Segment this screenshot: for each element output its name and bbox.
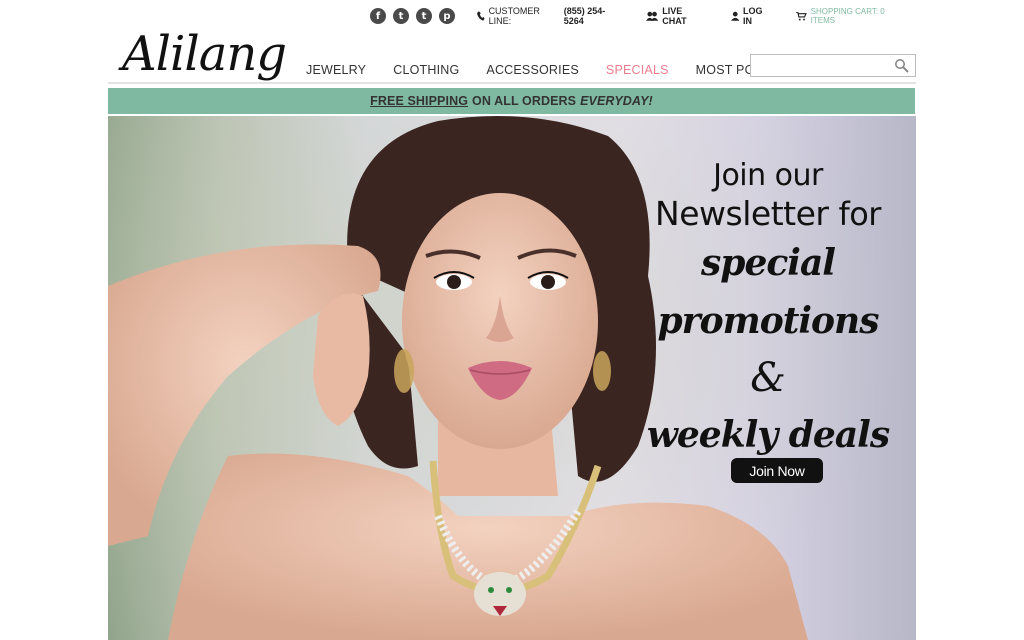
tumblr-icon[interactable]: t (416, 8, 432, 24)
free-shipping-text: FREE SHIPPING (370, 94, 469, 108)
social-links: f t t p (370, 8, 455, 24)
live-chat-label: LIVE CHAT (662, 6, 687, 26)
hero-ampersand: & (750, 355, 786, 401)
cart-icon (796, 11, 807, 20)
nav-specials[interactable]: SPECIALS (606, 63, 669, 77)
all-orders-text: ON ALL ORDERS (472, 94, 577, 108)
hero-for-word: for (838, 195, 881, 233)
shopping-cart-label: SHOPPING CART: 0 ITEMS (810, 7, 885, 25)
customer-line-label: CUSTOMER LINE: (488, 6, 540, 26)
pinterest-icon[interactable]: p (439, 8, 455, 24)
hero-newsletter-line: Newsletter for (628, 194, 908, 234)
log-in-link[interactable]: LOG IN (730, 6, 773, 26)
chat-users-icon (645, 11, 659, 21)
everyday-text: EVERYDAY! (580, 94, 653, 108)
shopping-cart-link[interactable]: SHOPPING CART: 0 ITEMS (796, 7, 906, 25)
hero-weekly-deals: weekly deals (646, 414, 890, 456)
hero-newsletter-word: Newsletter (655, 194, 829, 233)
customer-line: CUSTOMER LINE: (855) 254-5264 (477, 6, 622, 26)
live-chat-link[interactable]: LIVE CHAT (645, 6, 707, 26)
join-now-button[interactable]: Join Now (731, 458, 823, 483)
twitter-icon[interactable]: t (393, 8, 409, 24)
header-divider (108, 82, 916, 84)
site-logo[interactable]: Alilang (122, 26, 287, 82)
search-icon[interactable] (894, 58, 909, 73)
user-icon (730, 11, 739, 21)
newsletter-promo-text: Join our Newsletter for special promotio… (628, 158, 908, 464)
search-input[interactable] (751, 55, 886, 76)
phone-icon (477, 11, 485, 21)
free-shipping-banner[interactable]: FREE SHIPPING ON ALL ORDERS EVERYDAY! (108, 88, 915, 114)
facebook-icon[interactable]: f (370, 8, 386, 24)
nav-clothing[interactable]: CLOTHING (393, 63, 459, 77)
nav-accessories[interactable]: ACCESSORIES (486, 63, 579, 77)
utility-bar: f t t p CUSTOMER LINE: (855) 254-5264 LI… (370, 6, 930, 26)
hero-special-promotions: special promotions (657, 242, 879, 342)
hero-join-line: Join our (713, 158, 823, 193)
customer-line-number[interactable]: (855) 254-5264 (564, 6, 622, 26)
main-nav: JEWELRY CLOTHING ACCESSORIES SPECIALS MO… (306, 63, 797, 77)
nav-jewelry[interactable]: JEWELRY (306, 63, 366, 77)
newsletter-hero-banner[interactable]: Join our Newsletter for special promotio… (108, 116, 916, 640)
log-in-label: LOG IN (743, 6, 763, 26)
search-box (750, 54, 916, 77)
